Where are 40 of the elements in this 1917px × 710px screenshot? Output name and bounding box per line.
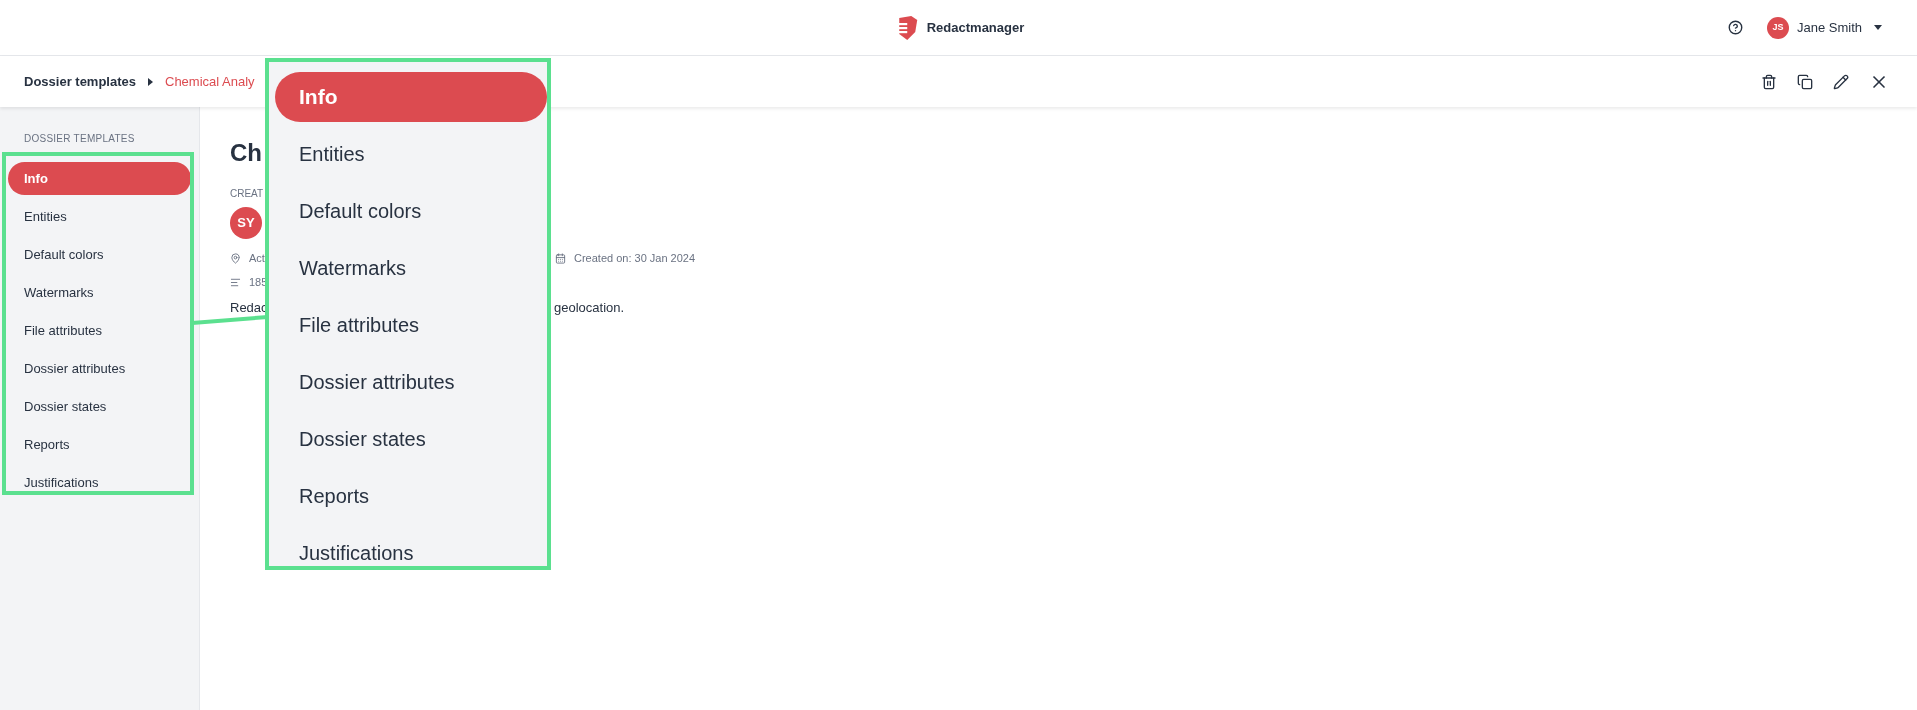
created-date: Created on: 30 Jan 2024: [574, 250, 696, 266]
sidebar-heading: DOSSIER TEMPLATES: [23, 132, 136, 146]
sidebar-item: File attributes: [298, 313, 421, 338]
sidebar-item[interactable]: Reports: [8, 428, 191, 461]
edit-icon[interactable]: [1833, 73, 1849, 90]
caret-icon[interactable]: [1874, 25, 1882, 30]
sidebar-item: Entities: [298, 142, 366, 167]
page-title: Ch: [230, 141, 262, 165]
sidebar-item[interactable]: Dossier attributes: [8, 352, 191, 385]
description-text: Redac: [230, 299, 269, 317]
user-avatar[interactable]: JS: [1766, 16, 1789, 39]
sidebar-item[interactable]: Watermarks: [8, 276, 191, 309]
sidebar-item: Default colors: [298, 199, 423, 224]
lines-icon: [230, 276, 241, 288]
copy-icon[interactable]: [1797, 73, 1813, 90]
sidebar-item: Info: [275, 72, 547, 122]
delete-icon[interactable]: [1761, 73, 1777, 90]
location-text: Act: [249, 250, 265, 266]
breadcrumb-link[interactable]: Chemical Analy: [165, 71, 255, 92]
sidebar-item: Reports: [298, 484, 371, 509]
sidebar-item[interactable]: Default colors: [8, 238, 191, 271]
sidebar-item: Justifications: [298, 541, 415, 566]
sidebar-item[interactable]: Entities: [8, 200, 191, 233]
sidebar-item: Dossier attributes: [298, 370, 456, 395]
calendar-icon: [555, 252, 566, 264]
app-name: Redactmanager: [926, 18, 1025, 37]
breadcrumb-link[interactable]: Dossier templates: [24, 71, 136, 92]
sidebar-item[interactable]: Justifications: [8, 466, 191, 499]
creator-avatar: SY: [230, 207, 262, 239]
pin-icon: [230, 252, 241, 264]
user-name[interactable]: Jane Smith: [1796, 17, 1862, 38]
sidebar-item: Dossier states: [298, 427, 427, 452]
sidebar-item: Watermarks: [298, 256, 408, 281]
sidebar-item[interactable]: File attributes: [8, 314, 191, 347]
created-by-label: CREAT: [230, 187, 265, 201]
description-text: geolocation.: [554, 299, 625, 317]
help-icon[interactable]: [1727, 20, 1743, 35]
caret-icon: [148, 77, 153, 86]
sidebar-item[interactable]: Dossier states: [8, 390, 191, 423]
sidebar-item[interactable]: Info: [8, 162, 191, 195]
